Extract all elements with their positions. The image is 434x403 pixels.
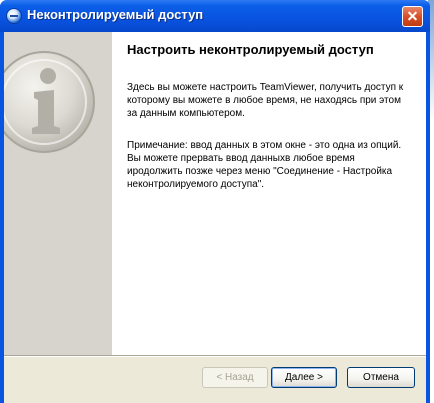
teamviewer-icon	[7, 9, 21, 23]
info-icon	[4, 51, 95, 153]
side-banner	[4, 32, 112, 355]
close-button[interactable]	[402, 6, 423, 27]
next-button[interactable]: Далее >	[271, 367, 337, 388]
dialog-client: Настроить неконтролируемый доступ Здесь …	[4, 32, 426, 403]
cancel-button[interactable]: Отмена	[347, 367, 415, 388]
page-heading: Настроить неконтролируемый доступ	[127, 42, 374, 57]
wizard-window: Неконтролируемый доступ Настроить неконт…	[0, 0, 430, 403]
content-panel: Настроить неконтролируемый доступ Здесь …	[112, 32, 426, 355]
window-title: Неконтролируемый доступ	[27, 7, 204, 22]
back-button[interactable]: < Назад	[202, 367, 268, 388]
divider	[4, 355, 426, 357]
description-text: Здесь вы можете настроить TeamViewer, по…	[127, 82, 404, 119]
note-text: Примечание: ввод данных в этом окне - эт…	[127, 140, 402, 190]
title-bar[interactable]: Неконтролируемый доступ	[0, 0, 430, 32]
